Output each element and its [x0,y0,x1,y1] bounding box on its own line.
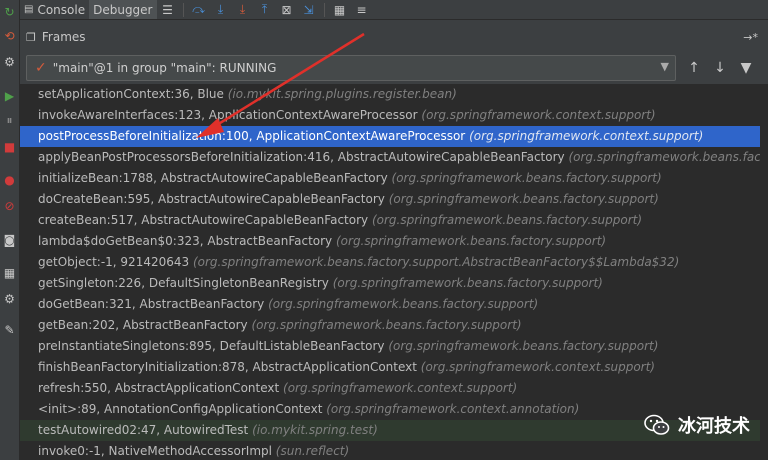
thread-selector[interactable]: ✓ "main"@1 in group "main": RUNNING ▼ [26,55,676,81]
frame-method: setApplicationContext:36, Blue [38,87,224,101]
frame-package: (org.springframework.beans.factory.suppo… [335,234,607,248]
frame-package: (org.springframework.beans.factory.suppo… [268,297,539,311]
pin-icon[interactable]: ✎ [2,322,17,337]
pin-panel-icon[interactable]: →* [743,31,758,44]
frame-method: initializeBean:1788, AbstractAutowireCap… [38,171,388,185]
frame-package: (sun.reflect) [275,444,350,458]
frames-title: Frames [41,30,86,44]
frame-row[interactable]: finishBeanFactoryInitialization:878, Abs… [20,357,760,378]
toolbar-separator [182,2,184,17]
frame-package: (io.mykit.spring.test) [252,423,378,437]
frame-method: createBean:517, AbstractAutowireCapableB… [38,213,369,227]
frame-package: (org.springframework.context.support) [283,381,518,395]
frame-row[interactable]: doCreateBean:595, AbstractAutowireCapabl… [20,189,760,210]
layout-icon[interactable]: ▦ [2,265,17,280]
frame-method: invokeAwareInterfaces:123, ApplicationCo… [38,108,418,122]
down-arrow-icon[interactable]: ↓ [710,58,730,78]
frame-row[interactable]: preInstantiateSingletons:895, DefaultLis… [20,336,760,357]
frame-method: finishBeanFactoryInitialization:878, Abs… [38,360,417,374]
frame-method: <init>:89, AnnotationConfigApplicationCo… [38,402,323,416]
frames-icon: ❐ [26,30,36,44]
frame-row[interactable]: initializeBean:1788, AbstractAutowireCap… [20,168,760,189]
frame-row[interactable]: getSingleton:226, DefaultSingletonBeanRe… [20,273,760,294]
frame-row[interactable]: invoke0:-1, NativeMethodAccessorImpl (su… [20,441,760,460]
filter-icon[interactable]: ▼ [736,58,756,78]
watermark: 冰河技术 [644,412,750,438]
mute-breakpoints-icon[interactable]: ⊘ [2,198,17,213]
frame-row[interactable]: setApplicationContext:36, Blue (io.mykit… [20,84,760,105]
settings-icon[interactable]: ⚙ [2,54,17,69]
camera-icon[interactable]: ◙ [2,232,17,247]
resume-icon[interactable]: ▶ [2,88,17,103]
frame-package: (org.springframework.context.support) [421,108,656,122]
frame-package: (org.springframework.context.support) [469,129,704,143]
frame-package: (io.mykit.spring.plugins.register.bean) [227,87,457,101]
frame-package: (org.springframework.beans.factory. [568,150,760,164]
frame-method: doCreateBean:595, AbstractAutowireCapabl… [38,192,385,206]
frames-scrollbar[interactable] [760,84,768,460]
frame-package: (org.springframework.context.annotation) [326,402,580,416]
console-icon: ▤ [24,4,34,15]
frame-row[interactable]: getBean:202, AbstractBeanFactory (org.sp… [20,315,760,336]
frames-header: ❐ Frames →* [20,26,768,48]
frame-method: getSingleton:226, DefaultSingletonBeanRe… [38,276,329,290]
frame-method: preInstantiateSingletons:895, DefaultLis… [38,339,385,353]
frame-method: postProcessBeforeInitialization:100, App… [38,129,466,143]
frame-method: getBean:202, AbstractBeanFactory [38,318,248,332]
up-arrow-icon[interactable]: ↑ [684,58,704,78]
more-icon[interactable]: ≡ [351,0,373,19]
frame-method: getObject:-1, 921420643 [38,255,190,269]
chevron-down-icon: ▼ [660,60,669,73]
frame-method: doGetBean:321, AbstractBeanFactory [38,297,265,311]
run-to-cursor-icon[interactable]: ⇲ [298,0,320,19]
frame-package: (org.springframework.beans.factory.suppo… [192,255,680,269]
rerun-icon[interactable]: ↻ [2,4,17,19]
thread-selector-row: ✓ "main"@1 in group "main": RUNNING ▼ ↑ … [20,55,768,81]
frame-method: lambda$doGetBean$0:323, AbstractBeanFact… [38,234,333,248]
toolbar-separator [323,2,325,17]
frame-method: applyBeanPostProcessorsBeforeInitializat… [38,150,565,164]
frame-package: (org.springframework.beans.factory.suppo… [388,192,659,206]
tab-console[interactable]: ▤ Console [20,0,89,19]
frame-row[interactable]: createBean:517, AbstractAutowireCapableB… [20,210,760,231]
thread-selector-value: "main"@1 in group "main": RUNNING [52,61,277,75]
frame-package: (org.springframework.beans.factory.suppo… [388,339,659,353]
frame-method: refresh:550, AbstractApplicationContext [38,381,280,395]
tab-debugger[interactable]: Debugger [89,0,157,19]
check-icon: ✓ [35,60,47,76]
evaluate-icon[interactable]: ▦ [329,0,351,19]
gear-icon[interactable]: ⚙ [2,291,17,306]
view-breakpoints-icon[interactable]: ● [2,172,17,187]
pause-icon[interactable]: ⏸ [2,113,17,128]
frames-list: setApplicationContext:36, Blue (io.mykit… [20,84,760,460]
frame-method: testAutowired02:47, AutowiredTest [38,423,249,437]
frame-package: (org.springframework.beans.factory.suppo… [371,213,643,227]
frame-row[interactable]: refresh:550, AbstractApplicationContext … [20,378,760,399]
step-out-icon[interactable]: ⤒ [254,0,276,19]
frame-package: (org.springframework.beans.factory.suppo… [332,276,603,290]
frame-row[interactable]: postProcessBeforeInitialization:100, App… [20,126,760,147]
frame-package: (org.springframework.context.support) [420,360,655,374]
debug-toolbar: ▤ Console Debugger ☰ ⤼ ⤓ ⤓ ⤒ ⊠ ⇲ ▦ ≡ [20,0,768,20]
stop-icon[interactable]: ■ [2,139,17,154]
frame-row[interactable]: doGetBean:321, AbstractBeanFactory (org.… [20,294,760,315]
menu-icon[interactable]: ☰ [157,0,179,19]
wechat-icon [644,414,670,436]
frame-package: (org.springframework.beans.factory.suppo… [251,318,522,332]
frame-row[interactable]: applyBeanPostProcessorsBeforeInitializat… [20,147,760,168]
frame-row[interactable]: invokeAwareInterfaces:123, ApplicationCo… [20,105,760,126]
frame-method: invoke0:-1, NativeMethodAccessorImpl [38,444,272,458]
frame-row[interactable]: lambda$doGetBean$0:323, AbstractBeanFact… [20,231,760,252]
frame-row[interactable]: getObject:-1, 921420643 (org.springframe… [20,252,760,273]
watermark-text: 冰河技术 [678,416,750,437]
drop-frame-icon[interactable]: ⊠ [276,0,298,19]
frame-package: (org.springframework.beans.factory.suppo… [391,171,662,185]
debug-side-toolbar: ↻ ⟲ ⚙ ▶ ⏸ ■ ● ⊘ ◙ ▦ ⚙ ✎ [0,0,20,460]
restore-layout-icon[interactable]: ⟲ [2,28,17,43]
step-over-icon[interactable]: ⤼ [188,0,210,19]
step-into-icon[interactable]: ⤓ [210,0,232,19]
force-step-into-icon[interactable]: ⤓ [232,0,254,19]
